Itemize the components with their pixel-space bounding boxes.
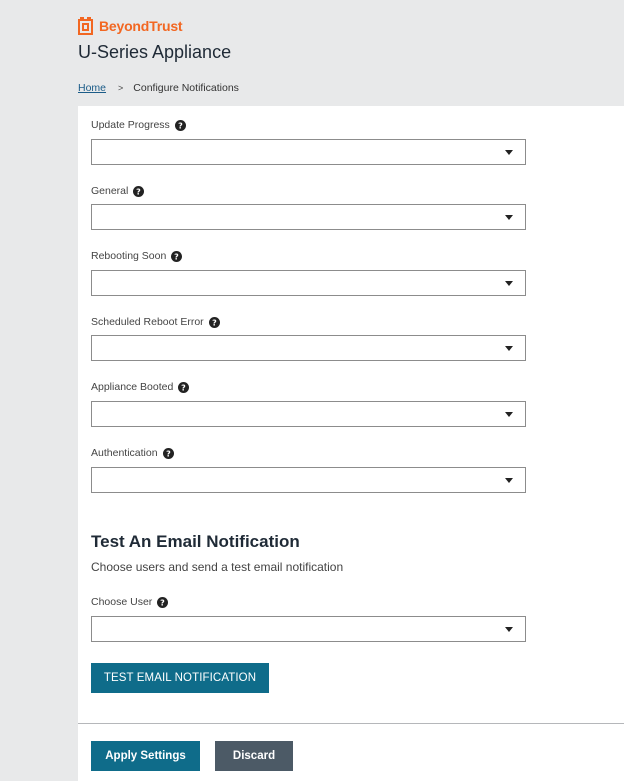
chevron-down-icon — [505, 215, 513, 220]
rebooting-soon-select[interactable] — [91, 270, 526, 296]
chevron-down-icon — [505, 346, 513, 351]
field-label-text: Rebooting Soon — [91, 250, 167, 262]
general-select[interactable] — [91, 204, 526, 230]
field-label-rebooting-soon: Rebooting Soon ? — [91, 250, 183, 262]
svg-text:?: ? — [137, 187, 142, 196]
field-label-appliance-booted: Appliance Booted ? — [91, 381, 190, 393]
scheduled-reboot-error-select[interactable] — [91, 335, 526, 361]
test-section-subtitle: Choose users and send a test email notif… — [91, 560, 344, 574]
field-label-authentication: Authentication ? — [91, 447, 174, 459]
field-label-update-progress: Update Progress ? — [91, 119, 186, 131]
breadcrumb-home-link[interactable]: Home — [78, 82, 106, 94]
help-icon[interactable]: ? — [208, 316, 220, 328]
test-email-notification-button[interactable]: TEST EMAIL NOTIFICATION — [91, 663, 269, 693]
svg-text:?: ? — [174, 252, 179, 261]
test-section-title: Test An Email Notification — [91, 532, 300, 551]
chevron-down-icon — [505, 627, 513, 632]
field-label-text: Choose User — [91, 596, 153, 608]
chevron-down-icon — [505, 412, 513, 417]
help-icon[interactable]: ? — [174, 119, 186, 131]
help-icon[interactable]: ? — [133, 185, 145, 197]
svg-text:?: ? — [166, 449, 171, 458]
help-icon[interactable]: ? — [178, 381, 190, 393]
field-label-text: General — [91, 185, 129, 197]
svg-text:?: ? — [178, 121, 183, 130]
brand: BeyondTrust — [78, 16, 183, 36]
help-icon[interactable]: ? — [171, 250, 183, 262]
choose-user-select[interactable] — [91, 616, 526, 642]
chevron-down-icon — [505, 150, 513, 155]
authentication-select[interactable] — [91, 467, 526, 493]
update-progress-select[interactable] — [91, 139, 526, 165]
field-label-scheduled-reboot-error: Scheduled Reboot Error ? — [91, 316, 220, 328]
svg-text:?: ? — [182, 383, 187, 392]
beyondtrust-logo-icon — [78, 17, 93, 35]
discard-button[interactable]: Discard — [215, 741, 293, 771]
svg-text:?: ? — [160, 598, 165, 607]
help-icon[interactable]: ? — [162, 447, 174, 459]
brand-name: BeyondTrust — [99, 18, 183, 34]
app-title: U-Series Appliance — [78, 42, 232, 62]
field-label-text: Update Progress — [91, 119, 170, 131]
chevron-down-icon — [505, 478, 513, 483]
field-label-text: Scheduled Reboot Error — [91, 316, 204, 328]
field-label-general: General ? — [91, 185, 145, 197]
breadcrumb-current: Configure Notifications — [133, 82, 239, 94]
app-header: BeyondTrust U-Series Appliance Home > Co… — [78, 16, 624, 106]
field-label-choose-user: Choose User ? — [91, 596, 169, 608]
svg-text:?: ? — [212, 318, 217, 327]
settings-panel: Update Progress ? General ? Rebooting So… — [78, 106, 624, 781]
breadcrumb-separator: > — [118, 83, 124, 93]
apply-settings-button[interactable]: Apply Settings — [91, 741, 200, 771]
breadcrumb: Home > Configure Notifications — [78, 82, 239, 94]
chevron-down-icon — [505, 281, 513, 286]
divider — [78, 723, 624, 724]
field-label-text: Appliance Booted — [91, 381, 174, 393]
help-icon[interactable]: ? — [157, 596, 169, 608]
field-label-text: Authentication — [91, 447, 158, 459]
appliance-booted-select[interactable] — [91, 401, 526, 427]
